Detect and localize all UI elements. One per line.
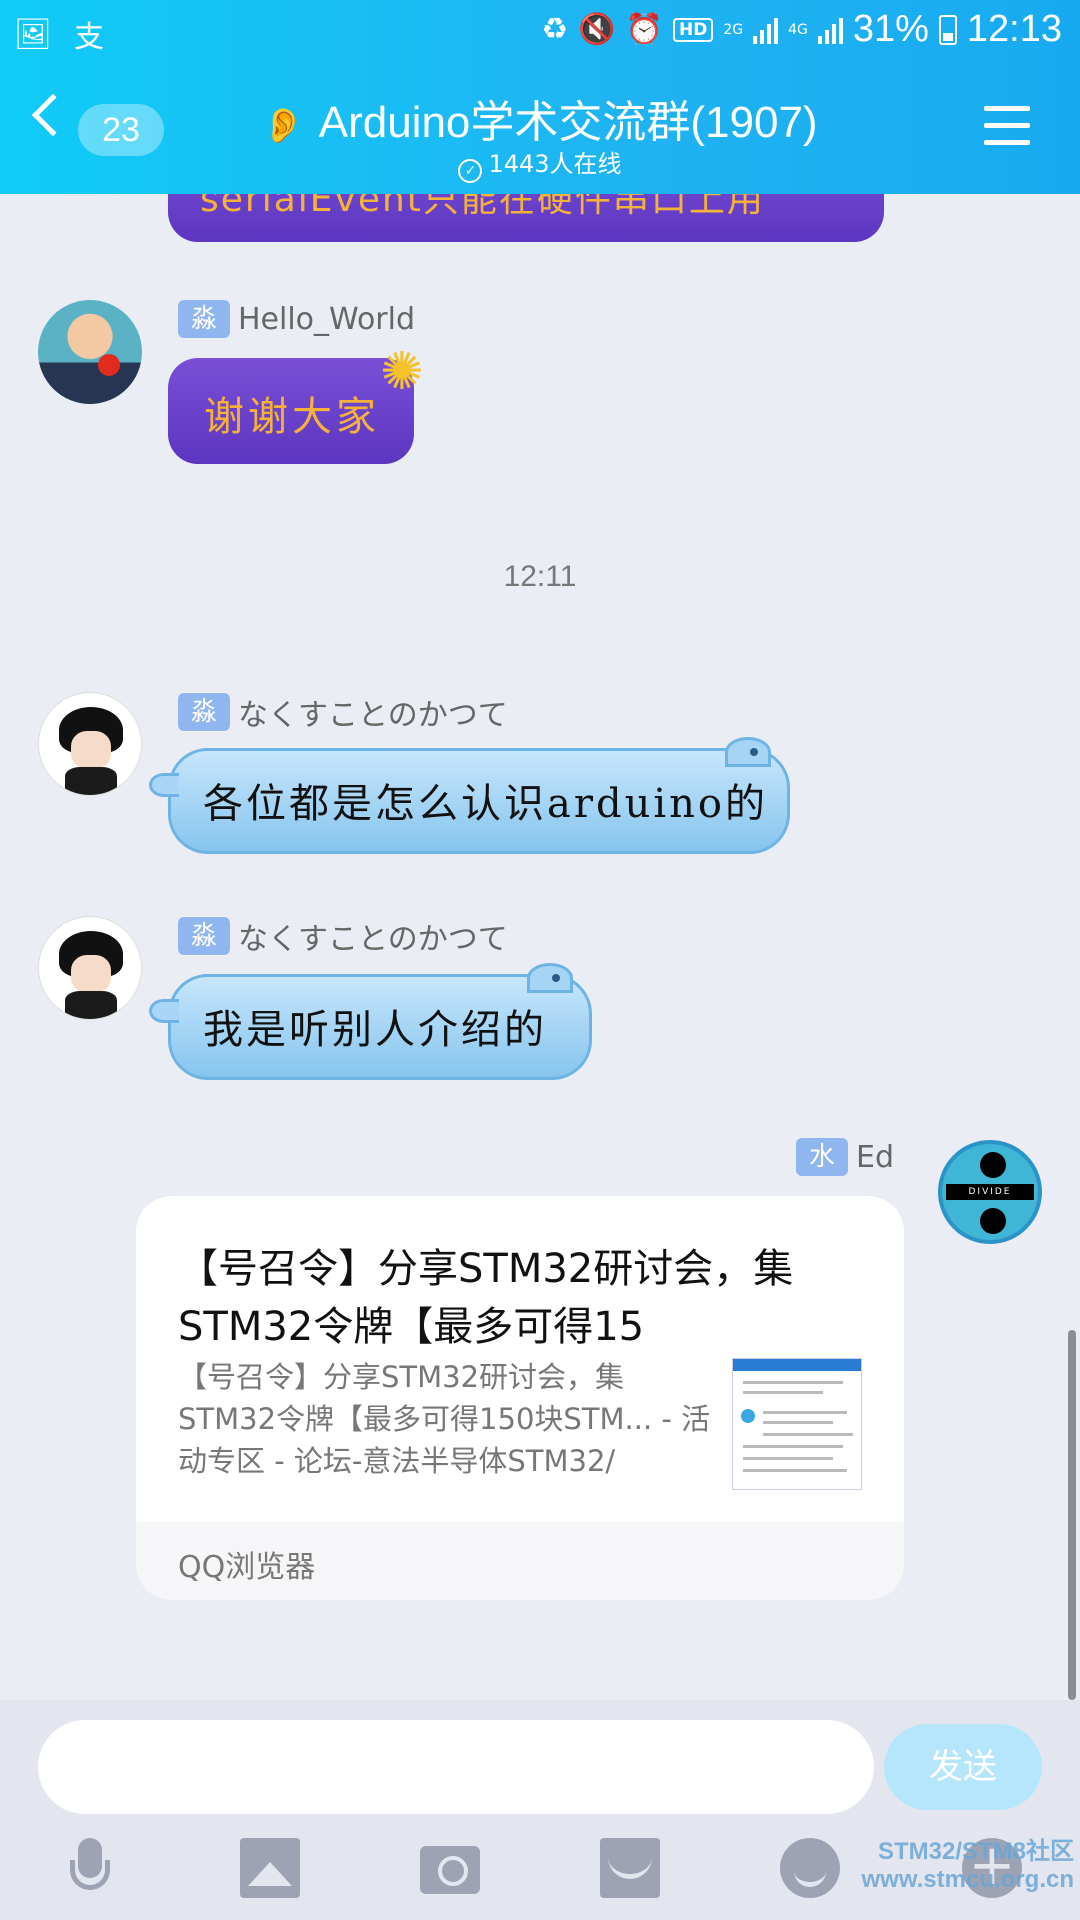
signal-icon-2 [817,16,843,44]
message-input[interactable] [38,1720,874,1814]
avatar-hello-world[interactable] [38,300,142,404]
emoji-icon[interactable] [780,1838,840,1898]
sender-name: 淼 Hello_World [178,300,415,338]
scrollbar[interactable] [1068,1330,1076,1700]
status-bar: 🖼 支 ♻ 🔇 ⏰ HD 2G 4G 31% 12:13 [0,0,1080,64]
level-tag: 淼 [178,693,230,731]
firework-decoration-icon: ✺ [380,342,424,402]
sender-name: 水 Ed [796,1138,894,1176]
message-bubble[interactable]: 我是听别人介绍的 [149,963,592,1080]
clock: 12:13 [966,8,1062,50]
message-text: 各位都是怎么认识arduino的 [203,781,768,827]
red-packet-icon[interactable] [600,1838,660,1898]
level-tag: 水 [796,1138,848,1176]
avatar-ed[interactable]: DIVIDE [938,1140,1042,1244]
alipay-icon: 支 [74,20,105,55]
chat-title-text: Arduino学术交流群(1907) [318,98,818,147]
link-card-title: 【号召令】分享STM32研讨会，集STM32令牌【最多可得15 [178,1246,794,1350]
mute-icon: 🔇 [578,12,616,47]
microphone-icon[interactable] [60,1838,120,1898]
gallery-icon: 🖼 [14,16,53,52]
top-bar: 🖼 支 ♻ 🔇 ⏰ HD 2G 4G 31% 12:13 23 👂 Arduino… [0,0,1080,194]
online-count: ✓ 1443人在线 [0,144,1080,183]
signal-icon [753,16,779,44]
link-card-description: 【号召令】分享STM32研讨会，集STM32令牌【最多可得150块STM... … [178,1360,711,1478]
link-card-thumbnail [732,1358,862,1490]
message-text: 我是听别人介绍的 [203,1007,547,1053]
message-bubble[interactable]: 谢谢大家 [168,358,414,464]
menu-icon[interactable] [984,106,1030,157]
camera-icon[interactable] [420,1846,480,1894]
battery-percent: 31% [852,8,929,50]
watermark: STM32/STM8社区 www.stmcu.org.cn [861,1838,1074,1893]
avatar-nakusu[interactable] [38,692,142,796]
link-card-source: QQ浏览器 [178,1550,316,1585]
timestamp: 12:11 [503,560,577,593]
network-4g: 4G [788,21,808,38]
alarm-icon: ⏰ [625,12,663,47]
message-bubble[interactable]: 各位都是怎么认识arduino的 [149,737,790,854]
level-tag: 淼 [178,300,230,338]
ear-icon: 👂 [262,107,305,145]
battery-saver-icon: ♻ [541,12,569,47]
link-card-footer: QQ浏览器 [136,1522,904,1600]
message-text: 谢谢大家 [204,394,380,440]
hd-badge: HD [672,17,714,42]
avatar-nakusu[interactable] [38,916,142,1020]
link-card[interactable]: 【号召令】分享STM32研讨会，集STM32令牌【最多可得15 【号召令】分享S… [136,1196,904,1600]
chat-title[interactable]: 👂 Arduino学术交流群(1907) [0,86,1080,150]
check-icon: ✓ [458,159,483,183]
sender-name: 淼 なくすことのかつて [178,914,508,958]
send-button[interactable]: 发送 [884,1724,1042,1810]
battery-icon [938,14,957,45]
sender-name: 淼 なくすことのかつて [178,690,508,734]
image-icon[interactable] [240,1838,300,1898]
level-tag: 淼 [178,917,230,955]
network-2g: 2G [723,21,744,38]
